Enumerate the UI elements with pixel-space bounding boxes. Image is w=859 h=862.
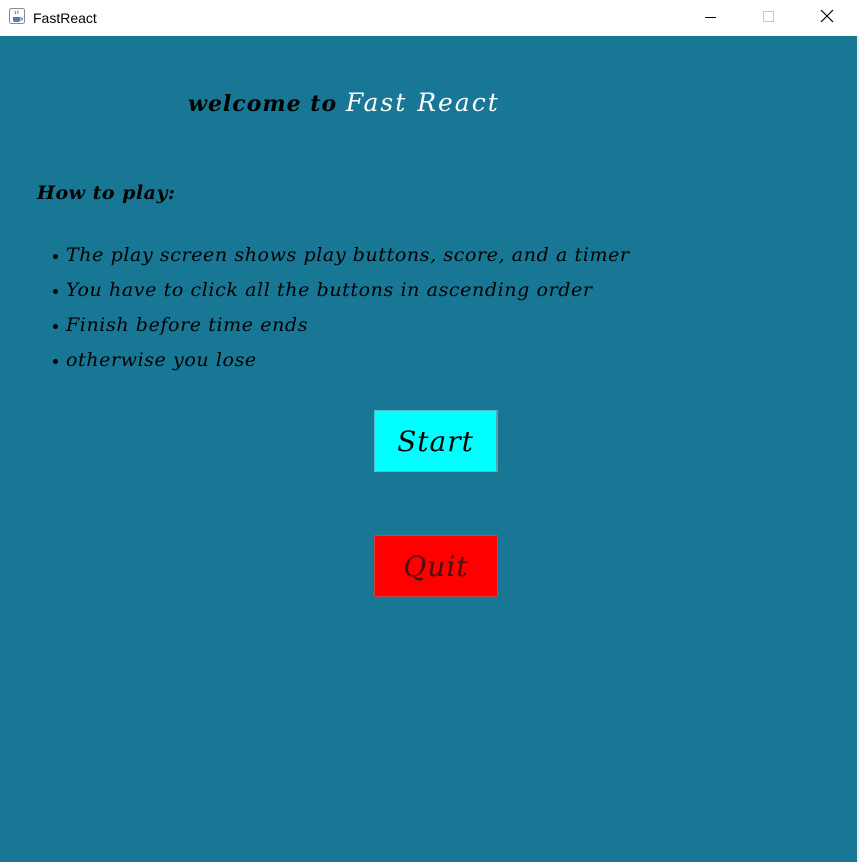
- how-to-play-heading: How to play:: [37, 182, 176, 204]
- close-icon: [820, 8, 834, 27]
- close-button[interactable]: [798, 0, 856, 34]
- brand-name: Fast React: [345, 88, 500, 117]
- maximize-button[interactable]: [740, 0, 798, 34]
- bullet-icon: [53, 323, 58, 329]
- welcome-prefix: welcome to: [188, 91, 338, 117]
- window-title: FastReact: [33, 10, 97, 26]
- list-item: You have to click all the buttons in asc…: [48, 275, 630, 310]
- list-item: The play screen shows play buttons, scor…: [48, 240, 630, 275]
- minimize-icon: [705, 8, 717, 27]
- bullet-icon: [53, 358, 58, 364]
- rule-text: You have to click all the buttons in asc…: [66, 279, 593, 301]
- welcome-heading: welcome to Fast React: [188, 88, 500, 117]
- start-button[interactable]: Start: [374, 410, 498, 472]
- maximize-icon: [763, 8, 775, 27]
- bullet-icon: [53, 288, 58, 294]
- rule-text: The play screen shows play buttons, scor…: [66, 244, 630, 266]
- quit-button-label: Quit: [403, 549, 469, 583]
- list-item: Finish before time ends: [48, 310, 630, 345]
- rule-text: otherwise you lose: [66, 349, 257, 371]
- minimize-button[interactable]: [682, 0, 740, 34]
- app-window: FastReact welcome to Fast React How to p…: [0, 0, 859, 862]
- title-bar[interactable]: FastReact: [0, 0, 859, 36]
- main-panel: welcome to Fast React How to play: The p…: [0, 36, 857, 862]
- start-button-label: Start: [397, 424, 474, 458]
- java-cup-icon: [9, 8, 25, 24]
- rules-list: The play screen shows play buttons, scor…: [48, 240, 630, 380]
- list-item: otherwise you lose: [48, 345, 630, 380]
- bullet-icon: [53, 253, 58, 259]
- rule-text: Finish before time ends: [66, 314, 309, 336]
- quit-button[interactable]: Quit: [374, 535, 498, 597]
